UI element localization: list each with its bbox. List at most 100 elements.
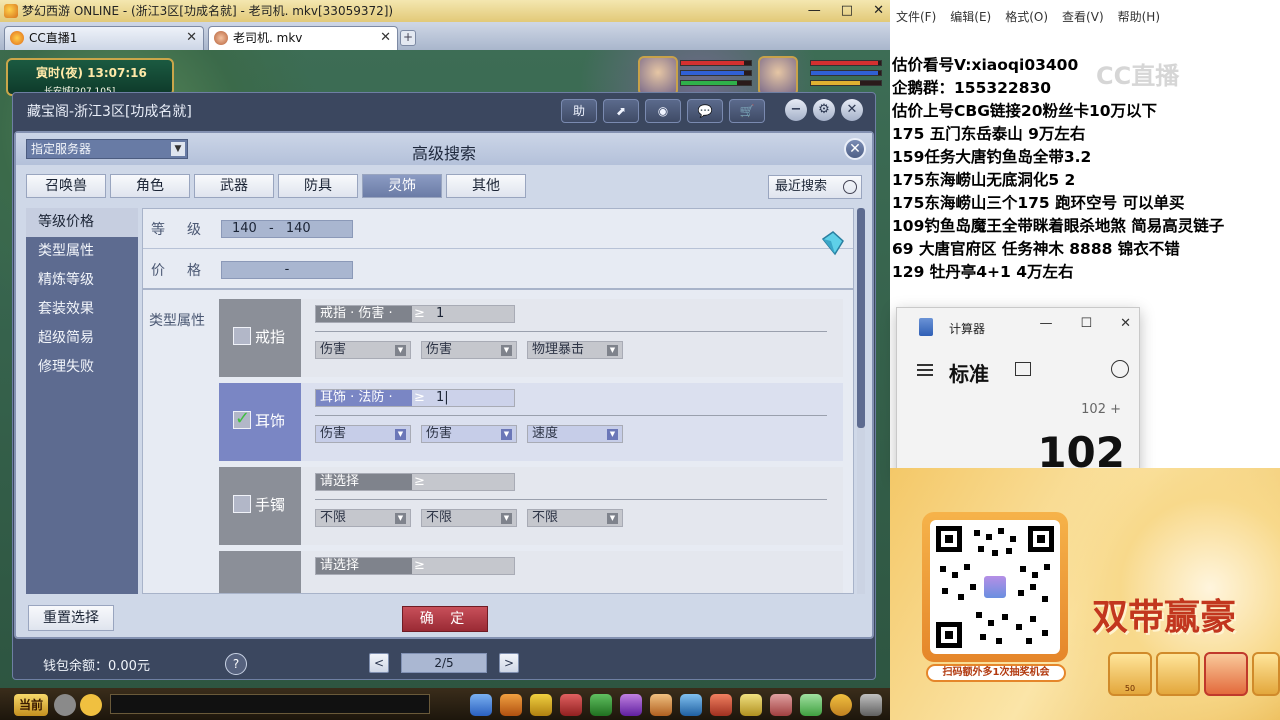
bag-icon[interactable] (500, 694, 522, 716)
checkbox[interactable] (233, 327, 251, 345)
settings-icon[interactable] (860, 694, 882, 716)
qr-code[interactable] (930, 520, 1060, 654)
notepad-text[interactable]: 估价看号V:xiaoqi03400 企鹅群：155322830 估价上号CBG链… (892, 54, 1280, 284)
tab-weapon[interactable]: 武器 (194, 174, 274, 198)
maximize-button[interactable]: □ (841, 0, 853, 22)
calc-maximize-button[interactable]: ☐ (1080, 316, 1092, 331)
reset-button[interactable]: 重置选择 (28, 605, 114, 631)
recent-search-button[interactable]: 最近搜索 (768, 175, 862, 199)
nav-type-attribute[interactable]: 类型属性 (26, 237, 138, 266)
level-min: 140 (232, 221, 257, 236)
panel-minimize-button[interactable]: − (785, 99, 807, 121)
attr-main-select[interactable]: 戒指 · 伤害 · ≥ 1 (315, 305, 515, 323)
history-icon[interactable] (1111, 360, 1129, 378)
emoji-icon[interactable] (80, 694, 102, 716)
hamburger-menu-icon[interactable] (917, 364, 933, 376)
attr-row-earring: ✓ 耳饰 耳饰 · 法防 · ≥ 1| 伤害 ▼ 伤害 ▼ 速度 ▼ (219, 383, 843, 461)
gang-icon[interactable] (680, 694, 702, 716)
scrollbar-thumb[interactable] (857, 208, 865, 428)
treasure-icon[interactable] (530, 694, 552, 716)
sub-select[interactable]: 伤害 ▼ (315, 341, 411, 359)
tab-cc-live[interactable]: CC直播1 ✕ (4, 26, 204, 50)
scrollbar[interactable] (857, 208, 865, 594)
share-icon[interactable]: ⬈ (603, 99, 639, 123)
prize-item[interactable] (1252, 652, 1280, 696)
calculator-expression: 102 + (1081, 402, 1121, 417)
next-page-button[interactable]: > (499, 653, 519, 673)
menu-view[interactable]: 查看(V) (1062, 8, 1104, 30)
task-icon[interactable] (710, 694, 732, 716)
sub-select[interactable]: 不限 ▼ (421, 509, 517, 527)
prize-item-selected[interactable] (1204, 652, 1248, 696)
sub-select[interactable]: 物理暴击 ▼ (527, 341, 623, 359)
prev-page-button[interactable]: < (369, 653, 389, 673)
nav-refine-level[interactable]: 精炼等级 (26, 266, 138, 295)
panel-settings-icon[interactable]: ⚙ (813, 99, 835, 121)
record-icon[interactable]: ◉ (645, 99, 681, 123)
skill-icon[interactable] (560, 694, 582, 716)
nav-level-price[interactable]: 等级价格 (26, 208, 138, 237)
attr-main-select[interactable]: 请选择 ≥ (315, 473, 515, 491)
tab-other[interactable]: 其他 (446, 174, 526, 198)
prize-item[interactable] (1156, 652, 1200, 696)
activity-icon[interactable] (770, 694, 792, 716)
team-icon[interactable] (620, 694, 642, 716)
tab-armor[interactable]: 防具 (278, 174, 358, 198)
channel-button[interactable]: 当前 (14, 694, 48, 716)
tab-video[interactable]: 老司机. mkv ✕ (208, 26, 398, 50)
menu-format[interactable]: 格式(O) (1005, 8, 1048, 30)
shop-icon[interactable] (740, 694, 762, 716)
tab-close-icon[interactable]: ✕ (186, 27, 197, 49)
sub-select[interactable]: 伤害 ▼ (315, 425, 411, 443)
face-icon[interactable] (830, 694, 852, 716)
sub-select[interactable]: 不限 ▼ (527, 509, 623, 527)
tab-character[interactable]: 角色 (110, 174, 190, 198)
attr-value-input[interactable]: 1| (436, 390, 449, 406)
pet-portrait[interactable] (638, 56, 678, 96)
system-icon[interactable] (800, 694, 822, 716)
player-portrait[interactable] (758, 56, 798, 96)
new-tab-button[interactable]: + (400, 30, 416, 46)
checkbox-checked[interactable]: ✓ (233, 408, 251, 429)
message-icon[interactable]: 💬 (687, 99, 723, 123)
minimize-button[interactable]: — (808, 0, 821, 22)
menu-file[interactable]: 文件(F) (896, 8, 936, 30)
panel-close-button[interactable]: ✕ (841, 99, 863, 121)
item-icon[interactable] (470, 694, 492, 716)
checkbox[interactable] (233, 495, 251, 513)
close-button[interactable]: ✕ (873, 0, 884, 22)
sub-select[interactable]: 不限 ▼ (315, 509, 411, 527)
calc-minimize-button[interactable]: — (1039, 316, 1052, 331)
calc-close-button[interactable]: ✕ (1120, 316, 1131, 331)
pet-icon[interactable] (590, 694, 612, 716)
friend-icon[interactable] (650, 694, 672, 716)
server-select[interactable]: 指定服务器 ▼ (26, 139, 188, 159)
nav-set-effect[interactable]: 套装效果 (26, 295, 138, 324)
help-button[interactable]: 助 (561, 99, 597, 123)
menu-edit[interactable]: 编辑(E) (950, 8, 991, 30)
operator: ≥ (414, 390, 425, 405)
sub-select[interactable]: 伤害 ▼ (421, 425, 517, 443)
prize-item[interactable]: 50 (1108, 652, 1152, 696)
attr-value-input[interactable]: 1 (436, 306, 444, 322)
chat-input[interactable] (110, 694, 430, 714)
nav-super-simple[interactable]: 超级简易 (26, 324, 138, 353)
sub-select[interactable]: 速度 ▼ (527, 425, 623, 443)
dialog-close-button[interactable]: ✕ (844, 138, 866, 160)
microphone-icon[interactable] (54, 694, 76, 716)
keep-on-top-icon[interactable] (1015, 362, 1031, 376)
tab-accessory[interactable]: 灵饰 (362, 174, 442, 198)
question-icon[interactable]: ? (225, 653, 247, 675)
attr-main-select[interactable]: 耳饰 · 法防 · ≥ 1| (315, 389, 515, 407)
tab-summon-beast[interactable]: 召唤兽 (26, 174, 106, 198)
cart-icon[interactable]: 🛒 (729, 99, 765, 123)
attr-main-select[interactable]: 请选择 ≥ (315, 557, 515, 575)
price-range-input[interactable]: - (221, 261, 353, 279)
level-range-input[interactable]: 140 - 140 (221, 220, 353, 238)
qr-frame (922, 512, 1068, 662)
menu-help[interactable]: 帮助(H) (1118, 8, 1160, 30)
tab-close-icon[interactable]: ✕ (380, 27, 391, 49)
nav-repair-fail[interactable]: 修理失败 (26, 353, 138, 382)
sub-select[interactable]: 伤害 ▼ (421, 341, 517, 359)
confirm-button[interactable]: 确 定 (402, 606, 488, 632)
